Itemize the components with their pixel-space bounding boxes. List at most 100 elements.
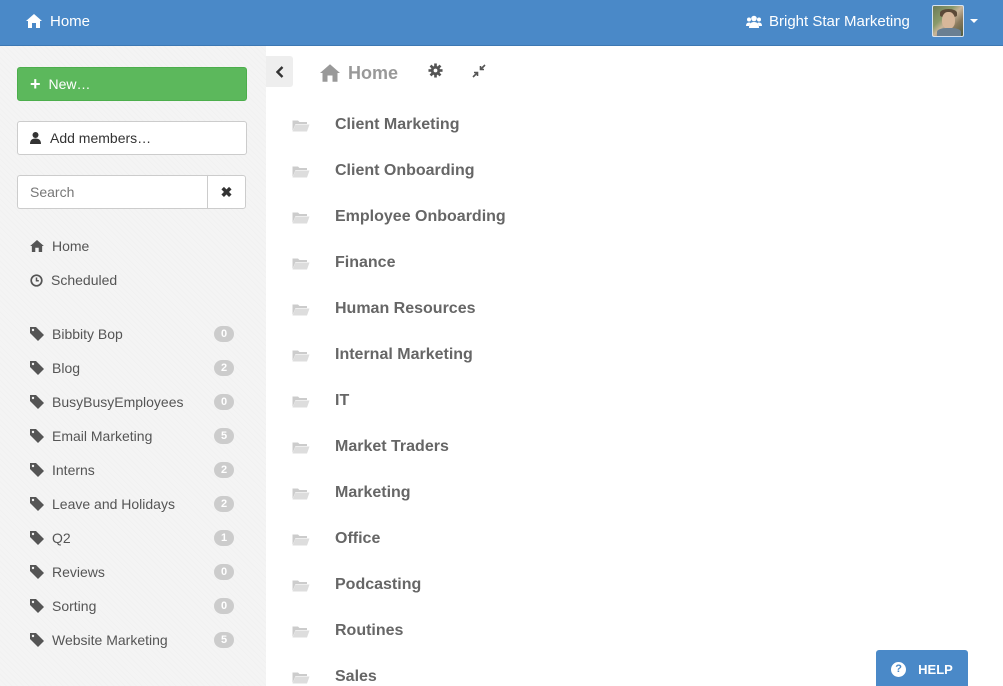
question-icon: ? (891, 661, 907, 677)
folder-open-icon (292, 304, 310, 315)
folder-row[interactable]: Routines (292, 618, 403, 644)
folder-name: Marketing (335, 484, 411, 501)
home-icon (26, 14, 42, 28)
help-button[interactable]: ? HELP (876, 650, 968, 686)
folder-row[interactable]: Market Traders (292, 434, 449, 460)
new-button[interactable]: + New… (17, 67, 247, 101)
sidebar-tag[interactable]: Reviews 0 (30, 561, 236, 583)
folder-open-icon (292, 258, 310, 269)
sidebar-item-label: Home (52, 238, 90, 254)
tag-icon (30, 395, 44, 409)
sidebar-item-label: Scheduled (51, 272, 118, 288)
folder-row[interactable]: IT (292, 388, 349, 414)
folder-name: Routines (335, 622, 404, 639)
tag-label: Blog (52, 360, 81, 376)
tag-icon (30, 463, 44, 477)
folder-row[interactable]: Sales (292, 664, 377, 686)
home-icon (320, 64, 340, 82)
folder-open-icon (292, 120, 310, 131)
tag-label: Interns (52, 462, 95, 478)
new-button-label: New… (48, 76, 91, 92)
folder-row[interactable]: Office (292, 526, 380, 552)
sidebar-item-home[interactable]: Home (30, 236, 89, 256)
top-navbar: Home Bright Star Marketing (0, 0, 1003, 46)
folder-name: Employee Onboarding (335, 208, 506, 225)
folder-open-icon (292, 672, 310, 683)
sidebar-tag[interactable]: Website Marketing 5 (30, 629, 236, 651)
tag-count-badge: 0 (214, 598, 234, 614)
folder-name: Market Traders (335, 438, 449, 455)
close-icon: ✖ (220, 183, 233, 200)
tag-icon (30, 565, 44, 579)
tag-label: Email Marketing (52, 428, 153, 444)
gear-icon[interactable] (428, 63, 443, 78)
tag-label: BusyBusyEmployees (52, 394, 184, 410)
collapse-sidebar-button[interactable] (266, 56, 293, 87)
tag-icon (30, 633, 44, 647)
users-icon (746, 15, 762, 28)
folder-row[interactable]: Marketing (292, 480, 411, 506)
folder-row[interactable]: Podcasting (292, 572, 421, 598)
folder-name: Internal Marketing (335, 346, 473, 363)
chevron-left-icon (275, 65, 283, 78)
chevron-down-icon[interactable] (970, 19, 978, 23)
organization-switcher[interactable]: Bright Star Marketing (746, 0, 910, 42)
folder-name: Sales (335, 668, 377, 685)
sidebar-tag[interactable]: BusyBusyEmployees 0 (30, 391, 236, 413)
folder-open-icon (292, 212, 310, 223)
sidebar-tag[interactable]: Bibbity Bop 0 (30, 323, 236, 345)
sidebar-tag[interactable]: Q2 1 (30, 527, 236, 549)
tag-count-badge: 2 (214, 360, 234, 376)
tag-icon (30, 599, 44, 613)
tag-label: Sorting (52, 598, 97, 614)
tag-count-badge: 2 (214, 462, 234, 478)
page-title: Home (320, 60, 398, 86)
tag-count-badge: 1 (214, 530, 234, 546)
tag-count-badge: 5 (214, 428, 234, 444)
folder-row[interactable]: Internal Marketing (292, 342, 473, 368)
tag-count-badge: 0 (214, 394, 234, 410)
sidebar-tag[interactable]: Sorting 0 (30, 595, 236, 617)
add-members-button[interactable]: Add members… (17, 121, 247, 155)
folder-row[interactable]: Employee Onboarding (292, 204, 506, 230)
tag-icon (30, 429, 44, 443)
sidebar-tag[interactable]: Email Marketing 5 (30, 425, 236, 447)
sidebar: + New… Add members… ✖ Home Scheduled Bib… (0, 46, 266, 686)
tag-label: Reviews (52, 564, 105, 580)
add-members-label: Add members… (50, 130, 152, 146)
folder-open-icon (292, 166, 310, 177)
home-icon (30, 240, 44, 252)
tag-label: Website Marketing (52, 632, 168, 648)
folder-open-icon (292, 534, 310, 545)
folder-row[interactable]: Client Marketing (292, 112, 459, 138)
user-avatar[interactable] (932, 5, 964, 37)
folder-row[interactable]: Human Resources (292, 296, 476, 322)
compress-icon[interactable] (472, 64, 486, 78)
tag-icon (30, 361, 44, 375)
clear-search-button[interactable]: ✖ (207, 175, 246, 209)
tag-count-badge: 0 (214, 326, 234, 342)
folder-row[interactable]: Finance (292, 250, 395, 276)
tag-label: Bibbity Bop (52, 326, 123, 342)
help-label: HELP (918, 661, 953, 677)
search-input[interactable] (17, 175, 207, 209)
page-title-label: Home (348, 62, 399, 83)
folder-open-icon (292, 488, 310, 499)
folder-open-icon (292, 350, 310, 361)
folder-name: Finance (335, 254, 396, 271)
folder-name: Human Resources (335, 300, 476, 317)
navbar-home-label: Home (50, 12, 91, 30)
folder-row[interactable]: Client Onboarding (292, 158, 475, 184)
user-icon (30, 132, 41, 144)
folder-open-icon (292, 442, 310, 453)
sidebar-tag[interactable]: Leave and Holidays 2 (30, 493, 236, 515)
sidebar-tag[interactable]: Interns 2 (30, 459, 236, 481)
sidebar-tag[interactable]: Blog 2 (30, 357, 236, 379)
tag-label: Q2 (52, 530, 71, 546)
tag-count-badge: 2 (214, 496, 234, 512)
sidebar-item-scheduled[interactable]: Scheduled (30, 270, 117, 290)
navbar-home-link[interactable]: Home (26, 0, 90, 42)
plus-icon: + (30, 74, 41, 94)
search-group: ✖ (17, 175, 246, 209)
tag-icon (30, 531, 44, 545)
